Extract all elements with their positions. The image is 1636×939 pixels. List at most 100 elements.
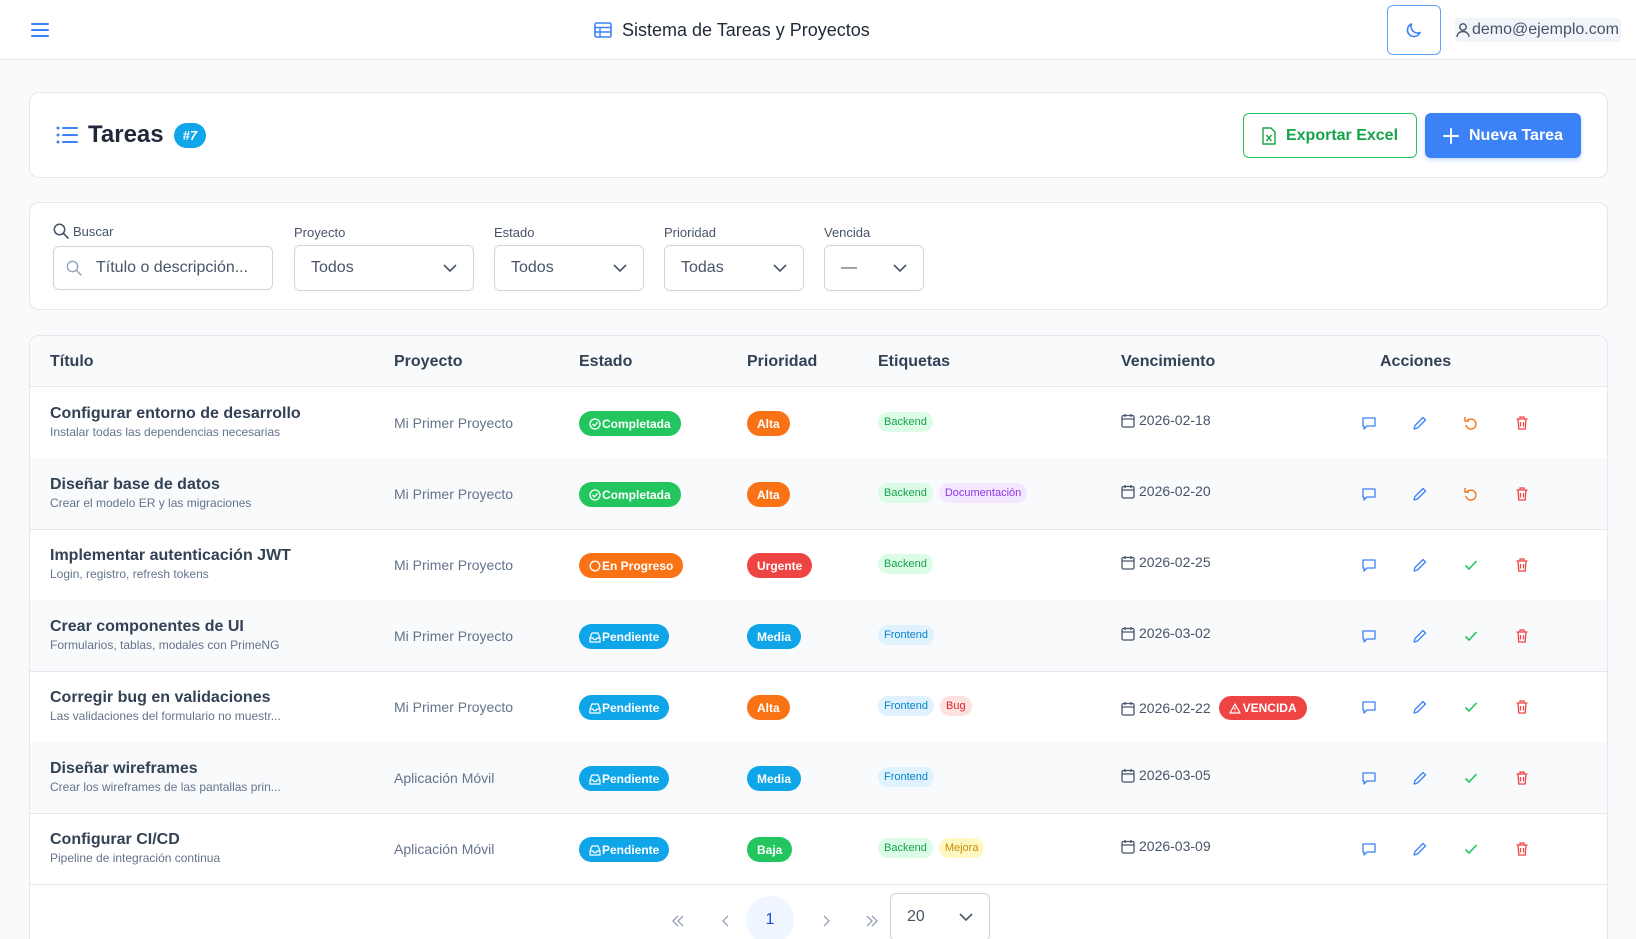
edit-button[interactable]: [1410, 768, 1430, 788]
status-badge: Completada: [579, 482, 681, 507]
comments-button[interactable]: [1359, 413, 1379, 433]
chevron-down-icon: [773, 264, 787, 272]
status-filter-select[interactable]: Todos: [494, 245, 644, 291]
complete-button[interactable]: [1461, 839, 1481, 859]
delete-button[interactable]: [1512, 839, 1532, 859]
reopen-button[interactable]: [1461, 484, 1481, 504]
task-title[interactable]: Diseñar wireframes: [50, 760, 281, 778]
search-label-text: Buscar: [73, 223, 114, 239]
chevrons-right-icon: [866, 915, 878, 927]
tag-badge: Frontend: [878, 625, 935, 645]
column-header-priority[interactable]: Prioridad: [747, 353, 817, 371]
edit-button[interactable]: [1410, 484, 1430, 504]
comments-button[interactable]: [1359, 697, 1379, 717]
chevron-left-icon: [722, 915, 729, 927]
status-label: Pendiente: [602, 629, 660, 644]
inbox-icon: [589, 631, 601, 643]
table-row[interactable]: Configurar CI/CD Pipeline de integración…: [30, 813, 1607, 885]
delete-button[interactable]: [1512, 768, 1532, 788]
edit-button[interactable]: [1410, 697, 1430, 717]
page-1-button[interactable]: 1: [746, 896, 794, 939]
priority-badge: Baja: [747, 837, 793, 862]
due-date-cell: 2026-02-25: [1121, 554, 1211, 570]
prev-page-button[interactable]: [704, 899, 748, 939]
search-label: Buscar: [53, 223, 113, 239]
user-menu[interactable]: demo@ejemplo.com: [1455, 18, 1621, 42]
delete-button[interactable]: [1512, 626, 1532, 646]
trash-icon: [1514, 841, 1530, 857]
task-title[interactable]: Crear componentes de UI: [50, 618, 279, 636]
comments-button[interactable]: [1359, 555, 1379, 575]
table-row[interactable]: Corregir bug en validaciones Las validac…: [30, 671, 1607, 743]
task-description: Formularios, tablas, modales con PrimeNG: [50, 638, 280, 652]
column-header-project[interactable]: Proyecto: [394, 353, 462, 371]
comments-button[interactable]: [1359, 768, 1379, 788]
check-icon: [1463, 699, 1479, 715]
task-title[interactable]: Configurar entorno de desarrollo: [50, 405, 301, 423]
task-title-cell: Diseñar base de datos Crear el modelo ER…: [50, 476, 251, 510]
new-task-button[interactable]: Nueva Tarea: [1425, 113, 1581, 158]
edit-button[interactable]: [1410, 839, 1430, 859]
task-description: Las validaciones del formulario no muest…: [50, 709, 281, 723]
overdue-filter-select[interactable]: —: [824, 245, 924, 291]
next-page-button[interactable]: [804, 899, 848, 939]
column-header-tags[interactable]: Etiquetas: [878, 353, 950, 371]
user-icon: [1456, 23, 1470, 38]
due-date: 2026-02-22: [1139, 700, 1211, 716]
pencil-icon: [1412, 841, 1428, 857]
due-date-cell: 2026-02-18: [1121, 412, 1211, 428]
trash-icon: [1514, 699, 1530, 715]
menu-toggle-button[interactable]: [28, 18, 52, 42]
tag-badge: Frontend: [878, 767, 935, 787]
delete-button[interactable]: [1512, 697, 1532, 717]
task-title[interactable]: Corregir bug en validaciones: [50, 689, 281, 707]
comments-button[interactable]: [1359, 839, 1379, 859]
tasks-table: Título Proyecto Estado Prioridad Etiquet…: [29, 335, 1608, 939]
status-badge: Pendiente: [579, 624, 670, 649]
complete-button[interactable]: [1461, 697, 1481, 717]
task-title-cell: Corregir bug en validaciones Las validac…: [50, 689, 281, 723]
comment-icon: [1361, 628, 1377, 644]
table-row[interactable]: Diseñar wireframes Crear los wireframes …: [30, 742, 1607, 814]
theme-toggle-button[interactable]: [1387, 5, 1441, 55]
task-project: Mi Primer Proyecto: [394, 628, 514, 644]
table-row[interactable]: Implementar autenticación JWT Login, reg…: [30, 529, 1607, 601]
inbox-icon: [589, 844, 601, 856]
complete-button[interactable]: [1461, 555, 1481, 575]
column-header-status[interactable]: Estado: [579, 353, 632, 371]
export-excel-button[interactable]: Exportar Excel: [1243, 113, 1417, 158]
page-size-select[interactable]: 20: [890, 893, 990, 939]
task-title[interactable]: Configurar CI/CD: [50, 831, 220, 849]
undo-icon: [1463, 486, 1479, 502]
edit-button[interactable]: [1410, 555, 1430, 575]
last-page-button[interactable]: [850, 899, 894, 939]
delete-button[interactable]: [1512, 555, 1532, 575]
column-header-due[interactable]: Vencimiento: [1121, 353, 1215, 371]
priority-filter-select[interactable]: Todas: [664, 245, 804, 291]
pencil-icon: [1412, 486, 1428, 502]
comments-button[interactable]: [1359, 484, 1379, 504]
column-header-title[interactable]: Título: [50, 353, 94, 371]
delete-button[interactable]: [1512, 413, 1532, 433]
complete-button[interactable]: [1461, 768, 1481, 788]
edit-button[interactable]: [1410, 413, 1430, 433]
status-filter-label: Estado: [494, 225, 535, 240]
edit-button[interactable]: [1410, 626, 1430, 646]
task-title[interactable]: Implementar autenticación JWT: [50, 547, 291, 565]
table-row[interactable]: Configurar entorno de desarrollo Instala…: [30, 387, 1607, 459]
complete-button[interactable]: [1461, 626, 1481, 646]
first-page-button[interactable]: [656, 899, 700, 939]
pencil-icon: [1412, 557, 1428, 573]
project-filter-select[interactable]: Todos: [294, 245, 474, 291]
tag-badge: Backend: [878, 838, 933, 858]
search-input[interactable]: Título o descripción...: [53, 246, 273, 290]
reopen-button[interactable]: [1461, 413, 1481, 433]
table-row[interactable]: Diseñar base de datos Crear el modelo ER…: [30, 458, 1607, 530]
table-row[interactable]: Crear componentes de UI Formularios, tab…: [30, 600, 1607, 672]
task-title[interactable]: Diseñar base de datos: [50, 476, 251, 494]
comments-button[interactable]: [1359, 626, 1379, 646]
priority-badge: Media: [747, 766, 802, 791]
overdue-label: VENCIDA: [1242, 701, 1297, 715]
delete-button[interactable]: [1512, 484, 1532, 504]
calendar-icon: [1121, 555, 1135, 570]
